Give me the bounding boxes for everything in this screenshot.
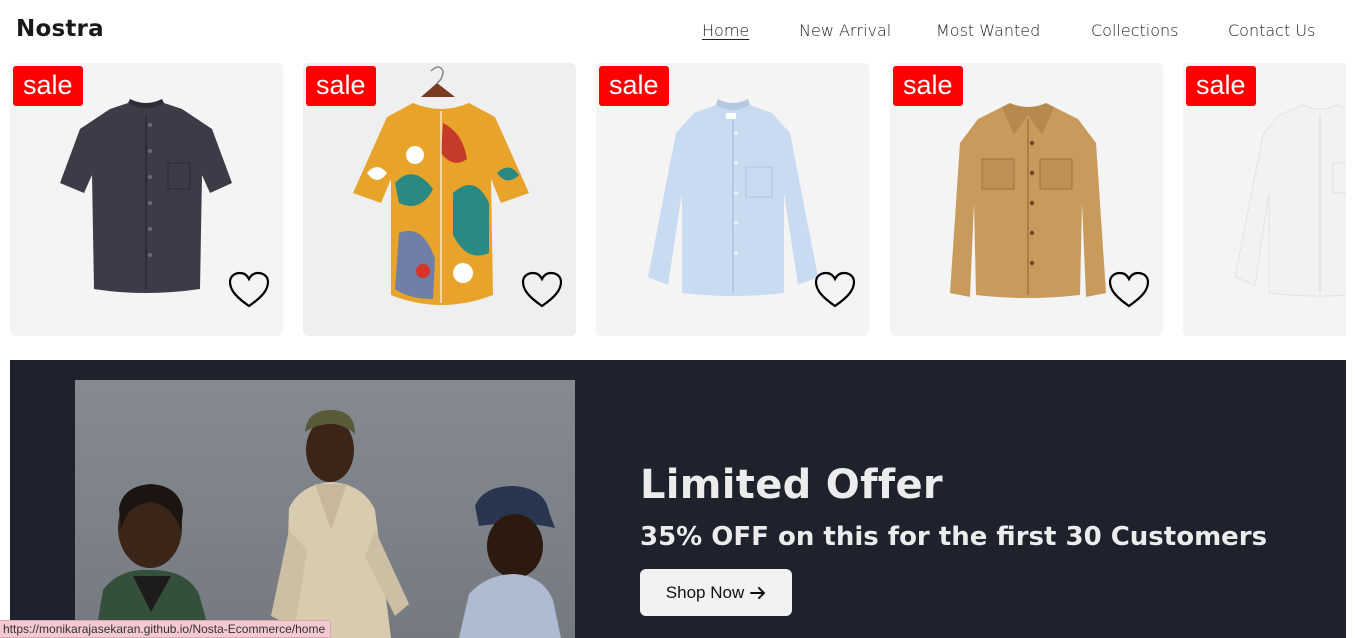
site-header: Nostra Home New Arrival Most Wanted Coll… <box>0 0 1361 63</box>
offer-subtitle: 35% OFF on this for the first 30 Custome… <box>640 522 1268 552</box>
nav-new-arrival[interactable]: New Arrival <box>799 21 891 40</box>
sale-badge: sale <box>599 66 669 106</box>
shop-now-button[interactable]: Shop Now <box>640 569 792 616</box>
arrow-right-icon <box>750 586 766 599</box>
models-illustration <box>95 410 561 638</box>
product-card[interactable]: sale <box>10 63 283 336</box>
nav-contact-us[interactable]: Contact Us <box>1228 21 1315 40</box>
sale-badge: sale <box>1186 66 1256 106</box>
sale-badge: sale <box>306 66 376 106</box>
sale-badge: sale <box>13 66 83 106</box>
product-card[interactable]: sale <box>890 63 1163 336</box>
models-photo <box>75 380 575 638</box>
product-card[interactable]: sale <box>596 63 869 336</box>
shop-now-label: Shop Now <box>665 582 745 602</box>
offer-title: Limited Offer <box>640 462 943 508</box>
heart-outline-icon[interactable] <box>1108 271 1150 309</box>
product-card[interactable]: sale <box>303 63 576 336</box>
status-bar-url: https://monikarajasekaran.github.io/Nost… <box>0 620 332 638</box>
brand-logo[interactable]: Nostra <box>16 16 104 42</box>
heart-outline-icon[interactable] <box>228 271 270 309</box>
heart-outline-icon[interactable] <box>521 271 563 309</box>
heart-outline-icon[interactable] <box>814 271 856 309</box>
sale-badge: sale <box>893 66 963 106</box>
nav-home[interactable]: Home <box>702 21 749 40</box>
nav-collections[interactable]: Collections <box>1091 21 1178 40</box>
product-card[interactable]: sale <box>1183 63 1346 336</box>
nav-most-wanted[interactable]: Most Wanted <box>936 21 1040 40</box>
promo-banner: Limited Offer 35% OFF on this for the fi… <box>10 360 1346 638</box>
product-carousel: sale sale sale sale sale <box>10 63 1346 336</box>
